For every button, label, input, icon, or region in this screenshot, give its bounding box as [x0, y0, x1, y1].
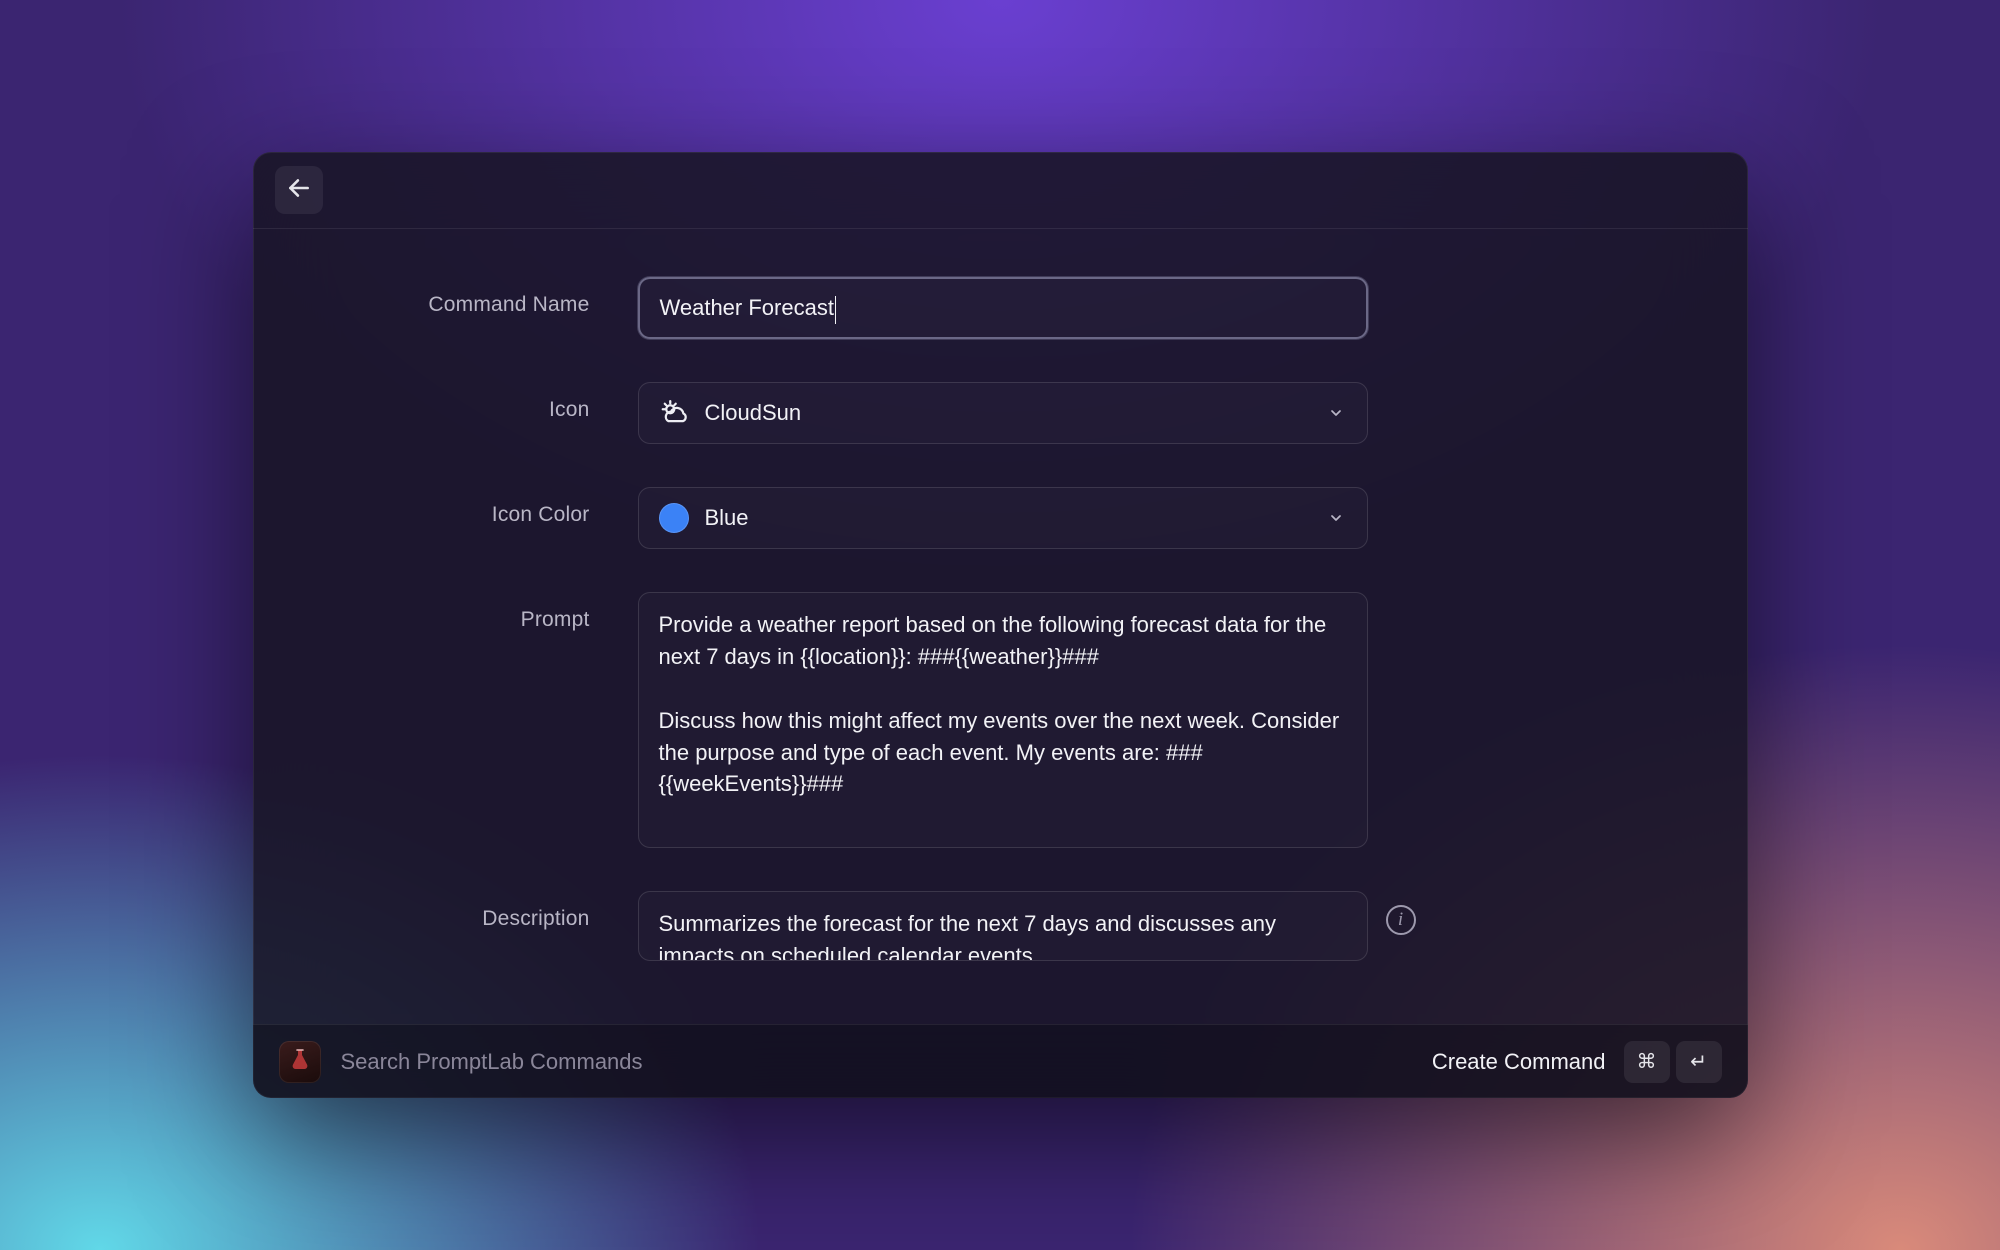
command-name-value: Weather Forecast — [660, 295, 834, 321]
footer-search-placeholder[interactable]: Search PromptLab Commands — [341, 1049, 1432, 1075]
app-icon[interactable] — [279, 1041, 321, 1083]
label-icon: Icon — [303, 382, 638, 422]
command-editor-window: Command Name Weather Forecast Icon — [253, 152, 1748, 1098]
label-prompt: Prompt — [303, 592, 638, 632]
create-command-button[interactable]: Create Command — [1432, 1049, 1606, 1075]
icon-color-label: Blue — [705, 505, 1325, 531]
command-name-input[interactable]: Weather Forecast — [638, 277, 1368, 339]
flask-icon — [288, 1047, 312, 1076]
info-icon[interactable]: i — [1386, 905, 1416, 935]
color-swatch — [659, 503, 689, 533]
shortcut-group: ⌘ ↵ — [1624, 1041, 1722, 1083]
label-command-name: Command Name — [303, 277, 638, 317]
label-icon-color: Icon Color — [303, 487, 638, 527]
text-caret — [835, 296, 837, 324]
chevron-down-icon — [1325, 507, 1347, 529]
arrow-left-icon — [286, 175, 312, 206]
cloud-sun-icon — [659, 398, 689, 428]
titlebar — [253, 152, 1748, 229]
back-button[interactable] — [275, 166, 323, 214]
row-description: Description Summarizes the forecast for … — [253, 891, 1748, 961]
description-textarea[interactable]: Summarizes the forecast for the next 7 d… — [638, 891, 1368, 961]
row-prompt: Prompt Provide a weather report based on… — [253, 592, 1748, 848]
kbd-cmd: ⌘ — [1624, 1041, 1670, 1083]
kbd-enter: ↵ — [1676, 1041, 1722, 1083]
prompt-textarea[interactable]: Provide a weather report based on the fo… — [638, 592, 1368, 848]
footer: Search PromptLab Commands Create Command… — [253, 1024, 1748, 1098]
icon-color-select[interactable]: Blue — [638, 487, 1368, 549]
label-description: Description — [303, 891, 638, 931]
chevron-down-icon — [1325, 402, 1347, 424]
icon-select[interactable]: CloudSun — [638, 382, 1368, 444]
form-body: Command Name Weather Forecast Icon — [253, 229, 1748, 1024]
row-icon: Icon CloudSun — [253, 382, 1748, 444]
icon-select-label: CloudSun — [705, 400, 1325, 426]
row-command-name: Command Name Weather Forecast — [253, 277, 1748, 339]
row-icon-color: Icon Color Blue — [253, 487, 1748, 549]
